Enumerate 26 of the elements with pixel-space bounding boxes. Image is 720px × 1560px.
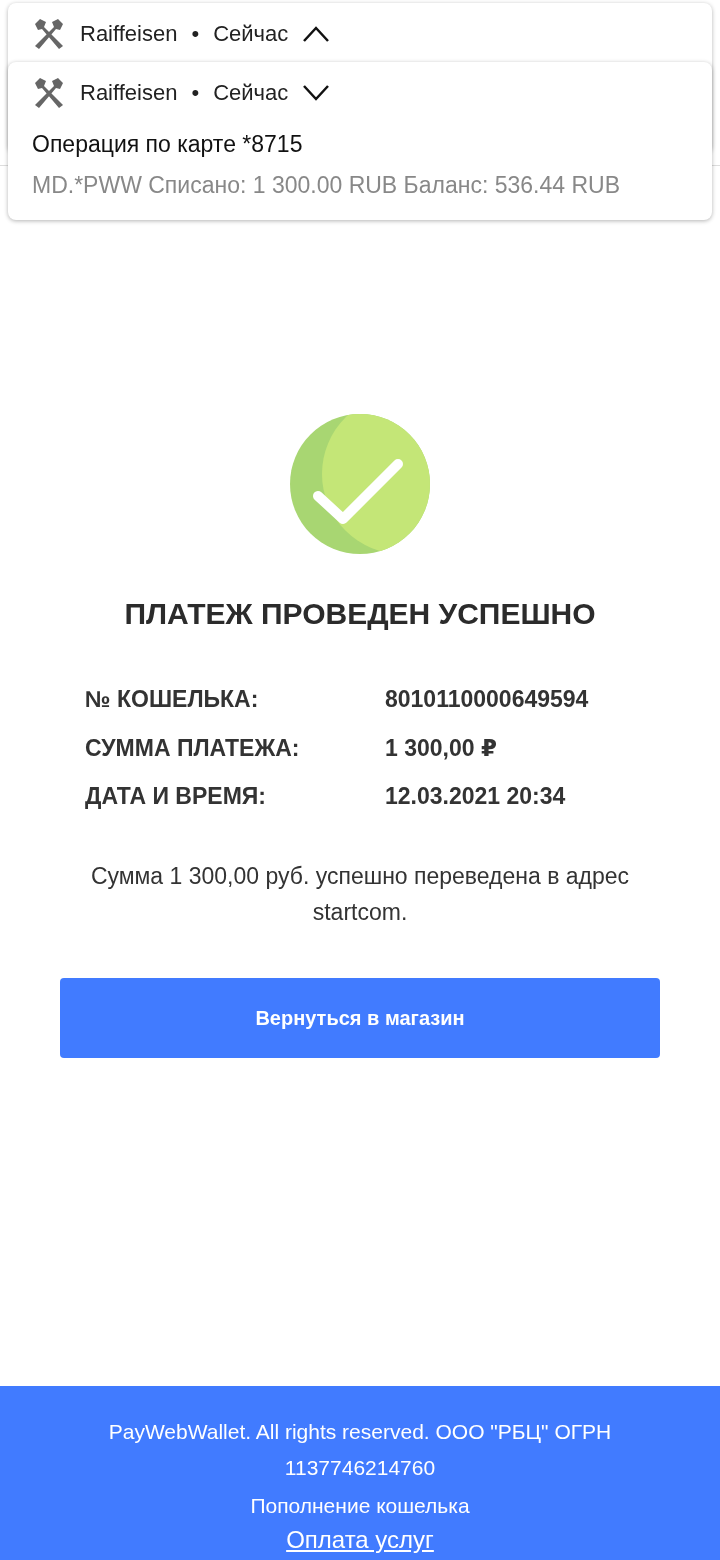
detail-value: 1 300,00 ₽ [385,733,498,763]
app-name: Raiffeisen [80,20,178,48]
notification-time: Сейчас [213,79,289,107]
notification-text: MD.*PWW Списано: 1 300.00 RUB Баланс: 536.44 RUB [32,170,621,200]
separator-dot: • [191,20,200,48]
success-message: Сумма 1 300,00 руб. успешно переведена в адрес startcom. [89,861,631,927]
detail-label: СУММА ПЛАТЕЖА: [85,733,301,763]
app-name: Raiffeisen [80,79,178,107]
chevron-down-icon[interactable] [302,83,331,102]
notification-title: Операция по карте *8715 [32,130,304,159]
success-check-icon [290,414,430,554]
footer-link[interactable]: Пополнение кошелька [250,1490,470,1522]
separator-dot: • [191,79,200,107]
footer-link[interactable]: Оплата услуг [286,1521,434,1558]
crossed-keys-icon [32,76,66,109]
detail-value: 8010110000649594 [385,685,590,714]
status-title: ПЛАТЕЖ ПРОВЕДЕН УСПЕШНО [124,596,596,632]
detail-label: № КОШЕЛЬКА: [85,685,260,714]
detail-label: ДАТА И ВРЕМЯ: [85,782,267,811]
chevron-up-icon[interactable] [302,24,331,43]
notification-time: Сейчас [213,20,289,48]
detail-value: 12.03.2021 20:34 [385,782,567,811]
crossed-keys-icon [32,17,66,50]
copyright-text: PayWebWallet. All rights reserved. ООО "РБЦ" ОГРН 1137746214760 [107,1419,613,1481]
return-to-shop-button[interactable]: Вернуться в магазин [60,977,660,1058]
notification-card[interactable]: Raiffeisen • Сейчас Операция по карте *8715 MD.*PWW Списано: 1 300.00 RUB Баланс: 536.44 RUB [8,62,712,220]
